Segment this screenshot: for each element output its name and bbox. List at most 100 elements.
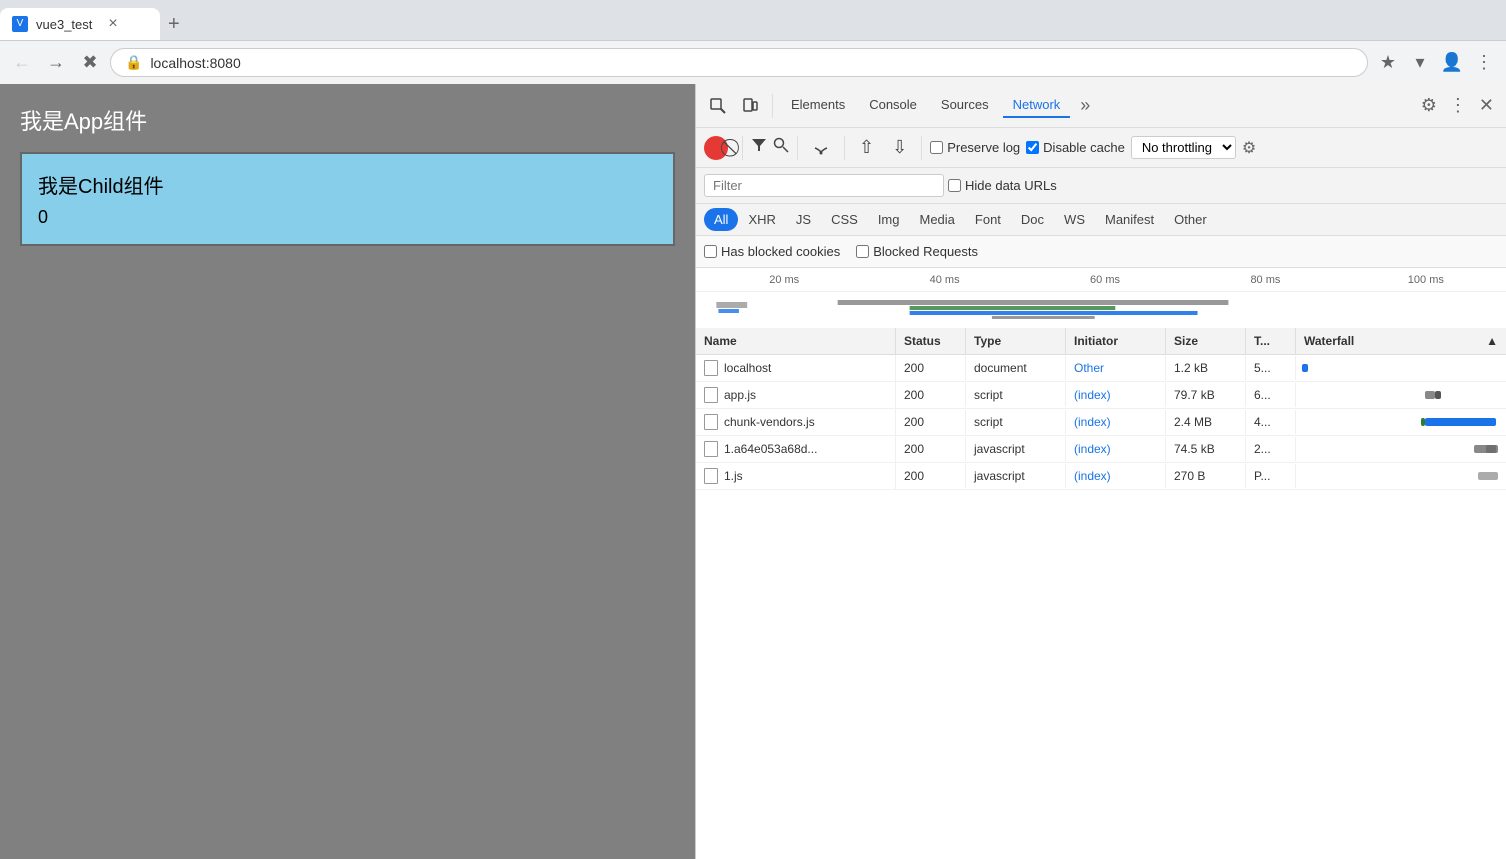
- disable-cache-text: Disable cache: [1043, 140, 1125, 155]
- td-initiator-appjs[interactable]: (index): [1066, 383, 1166, 407]
- upload-button[interactable]: ⇧: [853, 133, 880, 162]
- search-button[interactable]: [773, 137, 789, 158]
- network-toolbar: ⃠ ⇧ ⇩ Preserve log Disable cache: [696, 128, 1506, 168]
- table-row[interactable]: 1.js 200 javascript (index) 270 B P...: [696, 463, 1506, 490]
- td-type-appjs: script: [966, 383, 1066, 407]
- td-initiator-chunkvendors[interactable]: (index): [1066, 410, 1166, 434]
- th-time[interactable]: T...: [1246, 328, 1296, 354]
- url-text: localhost:8080: [150, 55, 1353, 71]
- timeline-svg: [704, 292, 1506, 328]
- tab-console[interactable]: Console: [859, 93, 927, 118]
- blocked-requests-label[interactable]: Blocked Requests: [856, 244, 978, 259]
- table-row[interactable]: app.js 200 script (index) 79.7 kB 6...: [696, 382, 1506, 409]
- td-initiator-1js[interactable]: (index): [1066, 464, 1166, 488]
- hide-data-urls-checkbox[interactable]: [948, 179, 961, 192]
- tab-elements[interactable]: Elements: [781, 93, 855, 118]
- td-name-1a64: 1.a64e053a68d...: [696, 436, 896, 462]
- blocked-requests-checkbox[interactable]: [856, 245, 869, 258]
- bookmark-star-button[interactable]: ★: [1374, 49, 1402, 77]
- back-button[interactable]: ←: [8, 49, 36, 77]
- has-blocked-cookies-label[interactable]: Has blocked cookies: [704, 244, 840, 259]
- type-tab-media[interactable]: Media: [909, 208, 964, 231]
- td-name-1js: 1.js: [696, 463, 896, 489]
- type-tab-manifest[interactable]: Manifest: [1095, 208, 1164, 231]
- main-area: 我是App组件 我是Child组件 0 Elements Console Sou…: [0, 84, 1506, 859]
- td-size-1a64: 74.5 kB: [1166, 437, 1246, 461]
- tab-close-button[interactable]: ×: [108, 15, 117, 33]
- tab-favicon: V: [12, 16, 28, 32]
- throttle-select[interactable]: No throttling: [1131, 136, 1236, 159]
- has-blocked-cookies-checkbox[interactable]: [704, 245, 717, 258]
- nt-sep3: [844, 136, 845, 160]
- table-row[interactable]: localhost 200 document Other 1.2 kB 5...: [696, 355, 1506, 382]
- new-tab-button[interactable]: +: [160, 9, 188, 40]
- td-status-1js: 200: [896, 464, 966, 488]
- preserve-log-checkbox[interactable]: [930, 141, 943, 154]
- th-type[interactable]: Type: [966, 328, 1066, 354]
- forward-button[interactable]: →: [42, 49, 70, 77]
- lock-icon: 🔒: [125, 54, 142, 71]
- download-button[interactable]: ⇩: [886, 133, 913, 162]
- td-name-appjs: app.js: [696, 382, 896, 408]
- table-row[interactable]: 1.a64e053a68d... 200 javascript (index) …: [696, 436, 1506, 463]
- file-icon: [704, 441, 718, 457]
- th-name[interactable]: Name: [696, 328, 896, 354]
- type-tab-css[interactable]: CSS: [821, 208, 868, 231]
- td-waterfall-1a64: [1296, 443, 1506, 455]
- more-tabs-button[interactable]: »: [1074, 93, 1096, 118]
- type-tab-js[interactable]: JS: [786, 208, 821, 231]
- tab-title: vue3_test: [36, 17, 92, 32]
- close-devtools-button[interactable]: ✕: [1475, 91, 1498, 120]
- tab-network[interactable]: Network: [1003, 93, 1071, 118]
- type-tab-all[interactable]: All: [704, 208, 738, 231]
- type-tab-img[interactable]: Img: [868, 208, 910, 231]
- extension-button[interactable]: ▾: [1406, 49, 1434, 77]
- td-type-localhost: document: [966, 356, 1066, 380]
- menu-button[interactable]: ⋮: [1470, 49, 1498, 77]
- th-status[interactable]: Status: [896, 328, 966, 354]
- filter-input[interactable]: [704, 174, 944, 197]
- th-initiator[interactable]: Initiator: [1066, 328, 1166, 354]
- type-tab-other[interactable]: Other: [1164, 208, 1217, 231]
- table-row[interactable]: chunk-vendors.js 200 script (index) 2.4 …: [696, 409, 1506, 436]
- type-tab-ws[interactable]: WS: [1054, 208, 1095, 231]
- record-button[interactable]: [704, 136, 728, 160]
- td-status-chunkvendors: 200: [896, 410, 966, 434]
- blocked-requests-text: Blocked Requests: [873, 244, 978, 259]
- disable-cache-checkbox[interactable]: [1026, 141, 1039, 154]
- td-size-chunkvendors: 2.4 MB: [1166, 410, 1246, 434]
- tab-sources[interactable]: Sources: [931, 93, 999, 118]
- reload-button[interactable]: ✖: [76, 49, 104, 77]
- filter-button[interactable]: [751, 137, 767, 158]
- address-bar[interactable]: 🔒 localhost:8080: [110, 48, 1368, 77]
- td-waterfall-localhost: [1296, 362, 1506, 374]
- td-initiator-1a64[interactable]: (index): [1066, 437, 1166, 461]
- more-options-button[interactable]: ⋮: [1445, 91, 1471, 120]
- td-initiator-localhost[interactable]: Other: [1066, 356, 1166, 380]
- td-name-localhost: localhost: [696, 355, 896, 381]
- active-tab[interactable]: V vue3_test ×: [0, 8, 160, 40]
- wifi-button[interactable]: [806, 137, 836, 159]
- network-table[interactable]: Name Status Type Initiator Size T... Wat…: [696, 328, 1506, 859]
- td-time-1a64: 2...: [1246, 437, 1296, 461]
- type-tab-doc[interactable]: Doc: [1011, 208, 1054, 231]
- nav-bar: ← → ✖ 🔒 localhost:8080 ★ ▾ 👤 ⋮: [0, 40, 1506, 84]
- disable-cache-label[interactable]: Disable cache: [1026, 140, 1125, 155]
- profile-button[interactable]: 👤: [1438, 49, 1466, 77]
- type-tab-font[interactable]: Font: [965, 208, 1011, 231]
- type-tab-xhr[interactable]: XHR: [738, 208, 785, 231]
- preserve-log-label[interactable]: Preserve log: [930, 140, 1020, 155]
- device-toolbar-button[interactable]: [736, 94, 764, 118]
- td-type-1js: javascript: [966, 464, 1066, 488]
- th-size[interactable]: Size: [1166, 328, 1246, 354]
- td-type-chunkvendors: script: [966, 410, 1066, 434]
- child-count: 0: [38, 207, 657, 228]
- th-waterfall[interactable]: Waterfall ▲: [1296, 328, 1506, 354]
- td-waterfall-chunkvendors: [1296, 416, 1506, 428]
- settings-button[interactable]: ⚙: [1417, 91, 1441, 120]
- inspect-element-button[interactable]: [704, 94, 732, 118]
- hide-data-urls-label[interactable]: Hide data URLs: [948, 178, 1057, 193]
- throttle-gear-icon[interactable]: ⚙: [1242, 138, 1256, 158]
- timeline-ruler: 20 ms 40 ms 60 ms 80 ms 100 ms: [696, 268, 1506, 292]
- td-size-localhost: 1.2 kB: [1166, 356, 1246, 380]
